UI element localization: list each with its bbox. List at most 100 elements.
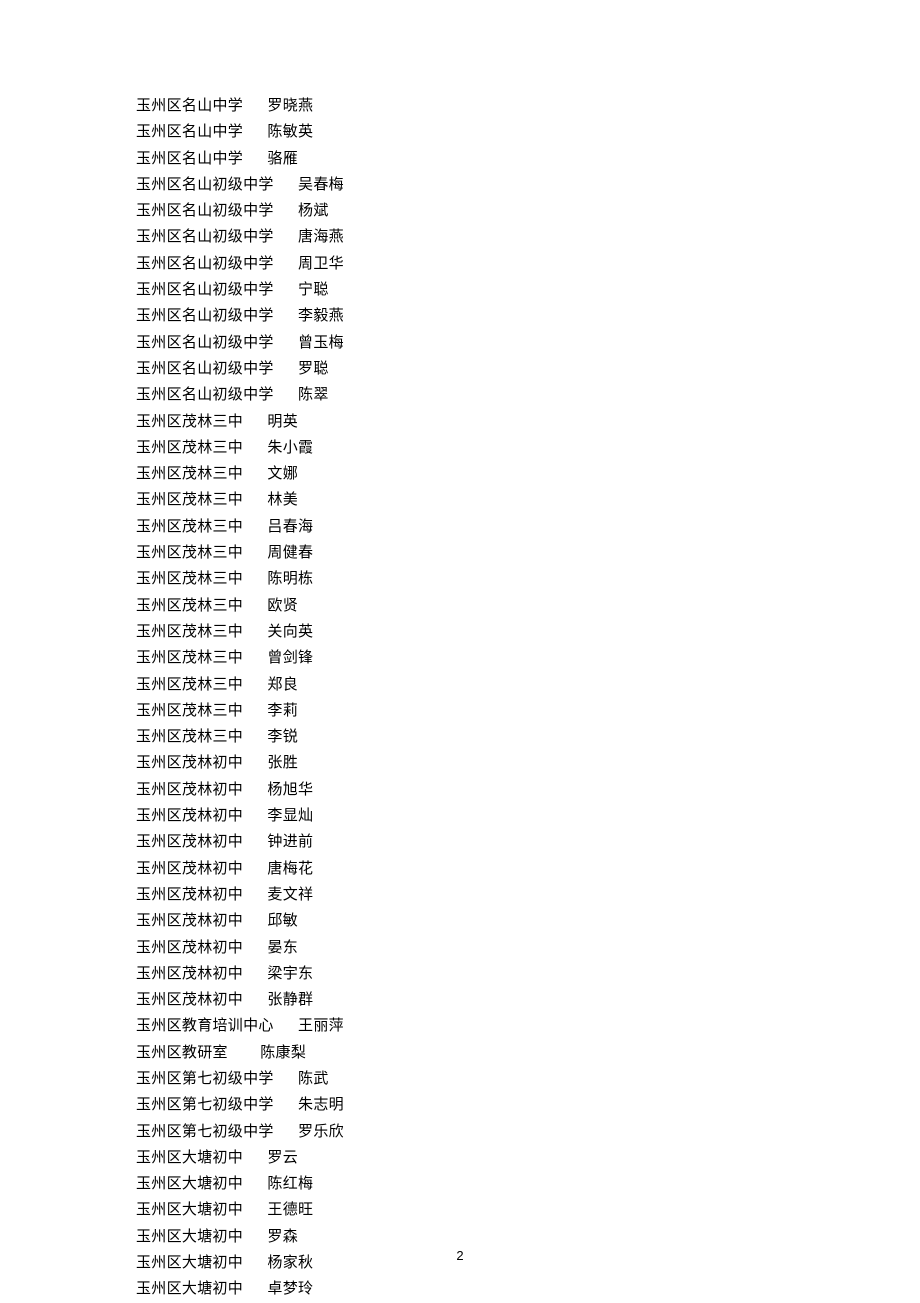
school-name: 玉州区茂林三中 [136, 492, 243, 508]
person-name: 张胜 [267, 755, 298, 771]
school-name: 玉州区茂林三中 [136, 624, 243, 640]
list-row: 玉州区茂林三中 关向英 [136, 619, 920, 645]
list-row: 玉州区第七初级中学 陈武 [136, 1066, 920, 1092]
list-row: 玉州区茂林三中 朱小霞 [136, 435, 920, 461]
list-row: 玉州区茂林初中 杨旭华 [136, 777, 920, 803]
person-name: 邱敏 [267, 913, 298, 929]
school-name: 玉州区名山初级中学 [136, 387, 274, 403]
school-name: 玉州区茂林初中 [136, 834, 243, 850]
person-name: 李毅燕 [298, 308, 344, 324]
person-name: 罗聪 [298, 361, 329, 377]
person-name: 唐海燕 [298, 229, 344, 245]
column-gap [243, 1229, 267, 1245]
column-gap [243, 729, 267, 745]
list-row: 玉州区名山初级中学 吴春梅 [136, 172, 920, 198]
school-name: 玉州区名山初级中学 [136, 177, 274, 193]
person-name: 曾玉梅 [298, 335, 344, 351]
list-row: 玉州区名山初级中学 唐海燕 [136, 224, 920, 250]
list-row: 玉州区大塘初中 罗云 [136, 1145, 920, 1171]
column-gap [243, 466, 267, 482]
school-name: 玉州区茂林三中 [136, 650, 243, 666]
list-row: 玉州区茂林三中 欧贤 [136, 593, 920, 619]
person-name: 晏东 [267, 940, 298, 956]
school-name: 玉州区茂林初中 [136, 992, 243, 1008]
column-gap [243, 545, 267, 561]
school-name: 玉州区茂林初中 [136, 755, 243, 771]
person-name: 欧贤 [267, 598, 298, 614]
list-row: 玉州区茂林三中 文娜 [136, 461, 920, 487]
column-gap [243, 571, 267, 587]
list-row: 玉州区茂林初中 张胜 [136, 750, 920, 776]
document-content: 玉州区名山中学 罗晓燕玉州区名山中学 陈敏英玉州区名山中学 骆雁玉州区名山初级中… [0, 0, 920, 1303]
school-name: 玉州区茂林三中 [136, 466, 243, 482]
school-name: 玉州区名山初级中学 [136, 308, 274, 324]
column-gap [243, 966, 267, 982]
list-row: 玉州区教育培训中心 王丽萍 [136, 1013, 920, 1039]
column-gap [243, 782, 267, 798]
list-row: 玉州区茂林初中 钟进前 [136, 829, 920, 855]
column-gap [274, 229, 298, 245]
list-row: 玉州区茂林初中 邱敏 [136, 908, 920, 934]
school-name: 玉州区茂林三中 [136, 598, 243, 614]
column-gap [243, 992, 267, 1008]
school-name: 玉州区教研室 [136, 1045, 228, 1061]
person-name: 张静群 [267, 992, 313, 1008]
list-row: 玉州区茂林初中 麦文祥 [136, 882, 920, 908]
person-name: 朱志明 [298, 1097, 344, 1113]
list-row: 玉州区茂林三中 郑良 [136, 672, 920, 698]
person-name: 钟进前 [267, 834, 313, 850]
school-name: 玉州区茂林三中 [136, 677, 243, 693]
column-gap [243, 913, 267, 929]
list-row: 玉州区茂林三中 林美 [136, 487, 920, 513]
person-name: 郑良 [267, 677, 298, 693]
person-name: 卓梦玲 [267, 1281, 313, 1297]
list-row: 玉州区大塘初中 卓梦玲 [136, 1276, 920, 1302]
school-name: 玉州区茂林初中 [136, 940, 243, 956]
person-name: 罗乐欣 [298, 1124, 344, 1140]
column-gap [243, 940, 267, 956]
column-gap [274, 1018, 298, 1034]
column-gap [243, 1202, 267, 1218]
column-gap [243, 151, 267, 167]
list-row: 玉州区第七初级中学 朱志明 [136, 1092, 920, 1118]
school-name: 玉州区茂林初中 [136, 808, 243, 824]
column-gap [243, 1281, 267, 1297]
school-name: 玉州区教育培训中心 [136, 1018, 274, 1034]
list-row: 玉州区茂林三中 曾剑锋 [136, 645, 920, 671]
school-name: 玉州区茂林初中 [136, 887, 243, 903]
school-name: 玉州区名山初级中学 [136, 361, 274, 377]
column-gap [228, 1045, 260, 1061]
school-name: 玉州区茂林三中 [136, 571, 243, 587]
person-name: 陈敏英 [267, 124, 313, 140]
column-gap [243, 703, 267, 719]
person-name: 李莉 [267, 703, 298, 719]
list-row: 玉州区名山中学 陈敏英 [136, 119, 920, 145]
list-row: 玉州区大塘初中 陈红梅 [136, 1171, 920, 1197]
list-row: 玉州区名山初级中学 李毅燕 [136, 303, 920, 329]
column-gap [243, 861, 267, 877]
person-name: 陈武 [298, 1071, 329, 1087]
school-name: 玉州区名山中学 [136, 151, 243, 167]
school-name: 玉州区第七初级中学 [136, 1097, 274, 1113]
list-row: 玉州区茂林三中 李锐 [136, 724, 920, 750]
school-name: 玉州区茂林初中 [136, 782, 243, 798]
list-row: 玉州区大塘初中 罗森 [136, 1224, 920, 1250]
school-name: 玉州区名山初级中学 [136, 203, 274, 219]
person-name: 骆雁 [267, 151, 298, 167]
list-row: 玉州区茂林三中 李莉 [136, 698, 920, 724]
school-name: 玉州区茂林三中 [136, 519, 243, 535]
column-gap [243, 624, 267, 640]
person-name: 朱小霞 [267, 440, 313, 456]
list-row: 玉州区茂林三中 周健春 [136, 540, 920, 566]
school-name: 玉州区大塘初中 [136, 1176, 243, 1192]
person-name: 陈翠 [298, 387, 329, 403]
list-row: 玉州区茂林初中 张静群 [136, 987, 920, 1013]
column-gap [243, 124, 267, 140]
person-name: 罗晓燕 [267, 98, 313, 114]
person-name: 杨斌 [298, 203, 329, 219]
list-row: 玉州区茂林初中 晏东 [136, 935, 920, 961]
person-name: 罗森 [267, 1229, 298, 1245]
person-name: 梁宇东 [267, 966, 313, 982]
school-name: 玉州区大塘初中 [136, 1229, 243, 1245]
list-row: 玉州区茂林三中 明英 [136, 409, 920, 435]
